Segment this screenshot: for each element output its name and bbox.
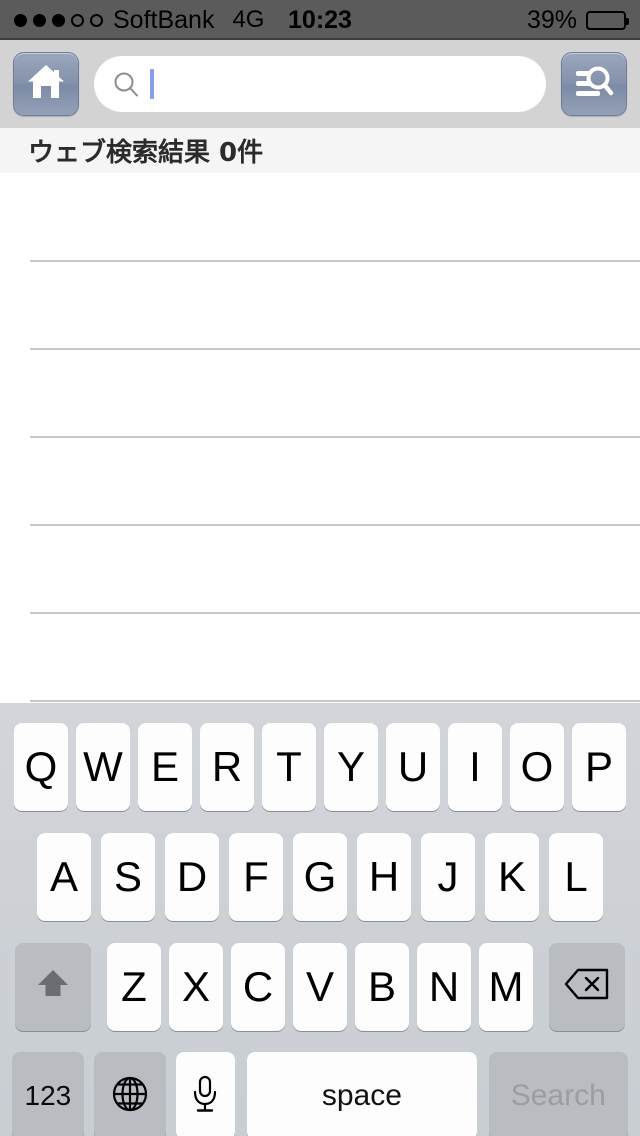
backspace-key[interactable] — [549, 942, 625, 1031]
dictation-key[interactable] — [175, 1052, 236, 1136]
battery-icon — [586, 10, 629, 30]
key-m[interactable]: M — [479, 942, 533, 1031]
key-l[interactable]: L — [549, 832, 603, 921]
list-item[interactable] — [0, 174, 640, 262]
list-item[interactable] — [0, 438, 640, 526]
key-r[interactable]: R — [200, 722, 254, 811]
globe-icon — [110, 1074, 150, 1119]
keyboard-row-4: 123 space Search — [0, 1050, 640, 1136]
keyboard-row-2: A S D F G H J K L — [0, 830, 640, 923]
space-key[interactable]: space — [247, 1052, 477, 1136]
keyboard-row-3: Z X C V B N M — [0, 940, 640, 1033]
search-results-list[interactable] — [0, 174, 640, 703]
key-q[interactable]: Q — [14, 722, 68, 811]
key-p[interactable]: P — [572, 722, 626, 811]
search-return-key[interactable]: Search — [488, 1052, 629, 1136]
key-k[interactable]: K — [485, 832, 539, 921]
key-o[interactable]: O — [510, 722, 564, 811]
home-icon — [25, 62, 67, 107]
key-h[interactable]: H — [357, 832, 411, 921]
key-t[interactable]: T — [262, 722, 316, 811]
search-icon — [112, 70, 140, 98]
home-button[interactable] — [13, 52, 79, 116]
key-v[interactable]: V — [293, 942, 347, 1031]
results-count-label: ウェブ検索結果 0件 — [28, 138, 264, 168]
key-d[interactable]: D — [165, 832, 219, 921]
key-z[interactable]: Z — [107, 942, 161, 1031]
key-i[interactable]: I — [448, 722, 502, 811]
shift-key[interactable] — [15, 942, 91, 1031]
key-y[interactable]: Y — [324, 722, 378, 811]
key-f[interactable]: F — [229, 832, 283, 921]
backspace-icon — [564, 967, 610, 1006]
key-u[interactable]: U — [386, 722, 440, 811]
key-b[interactable]: B — [355, 942, 409, 1031]
status-bar: SoftBank 4G 10:23 39% — [0, 0, 640, 40]
navigation-bar — [0, 40, 640, 128]
numbers-key[interactable]: 123 — [12, 1052, 84, 1136]
keyboard-row-1: Q W E R T Y U I O P — [0, 720, 640, 813]
onscreen-keyboard: Q W E R T Y U I O P A S D F G H J K L Z … — [0, 703, 640, 1136]
key-j[interactable]: J — [421, 832, 475, 921]
key-g[interactable]: G — [293, 832, 347, 921]
key-a[interactable]: A — [37, 832, 91, 921]
key-s[interactable]: S — [101, 832, 155, 921]
status-bar-right-group: 39% — [526, 5, 629, 35]
search-input[interactable] — [154, 69, 528, 99]
microphone-icon — [189, 1074, 221, 1119]
battery-percent-label: 39% — [526, 5, 577, 34]
list-item[interactable] — [0, 350, 640, 438]
search-list-icon — [573, 62, 615, 107]
key-w[interactable]: W — [76, 722, 130, 811]
key-c[interactable]: C — [231, 942, 285, 1031]
search-field[interactable] — [94, 56, 546, 112]
key-x[interactable]: X — [169, 942, 223, 1031]
list-item[interactable] — [0, 614, 640, 702]
list-item[interactable] — [0, 526, 640, 614]
key-e[interactable]: E — [138, 722, 192, 811]
results-section-header: ウェブ検索結果 0件 — [0, 128, 640, 174]
app-screen: SoftBank 4G 10:23 39% ウェブ検索結果 0件 Q W E R… — [0, 0, 640, 1136]
globe-key[interactable] — [93, 1052, 166, 1136]
list-item[interactable] — [0, 262, 640, 350]
search-results-button[interactable] — [561, 52, 627, 116]
shift-arrow-icon — [33, 964, 73, 1009]
key-n[interactable]: N — [417, 942, 471, 1031]
